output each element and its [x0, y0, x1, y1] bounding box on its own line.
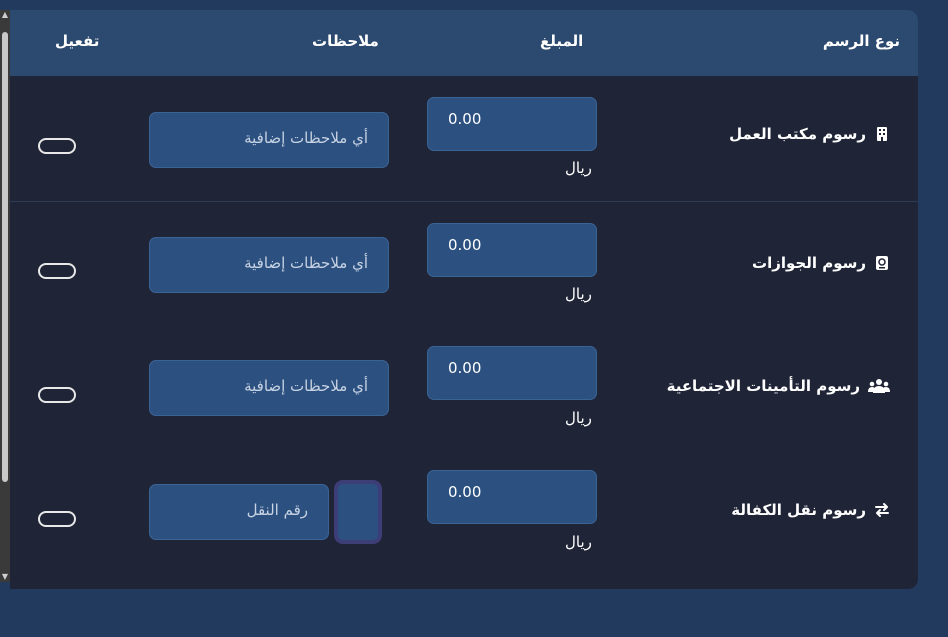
transfer-number-input[interactable]: رقم النقل — [149, 484, 329, 540]
notes-input[interactable]: أي ملاحظات إضافية — [149, 360, 389, 416]
fee-label-text: رسوم التأمينات الاجتماعية — [666, 377, 860, 395]
enable-toggle[interactable] — [38, 511, 76, 527]
building-icon — [877, 127, 887, 141]
table-row: رسوم نقل الكفالة 0.00 ريال رقم النقل — [10, 450, 918, 574]
transfer-type-select[interactable] — [334, 480, 382, 544]
fee-label: رسوم التأمينات الاجتماعية — [667, 377, 890, 395]
fee-label: رسوم مكتب العمل — [729, 125, 890, 143]
enable-toggle[interactable] — [38, 387, 76, 403]
fee-label-text: رسوم نقل الكفالة — [731, 501, 866, 519]
notes-input[interactable]: أي ملاحظات إضافية — [149, 237, 389, 293]
scroll-up-arrow-icon[interactable]: ▲ — [1, 10, 9, 20]
fee-label: رسوم نقل الكفالة — [731, 501, 890, 519]
passport-icon — [876, 256, 888, 270]
scroll-down-arrow-icon[interactable]: ▼ — [1, 572, 9, 582]
enable-toggle[interactable] — [38, 263, 76, 279]
currency-label: ريال — [565, 159, 592, 177]
scrollbar-thumb[interactable] — [2, 32, 8, 482]
table-header: نوع الرسم المبلغ ملاحظات تفعيل — [10, 10, 918, 76]
enable-toggle[interactable] — [38, 138, 76, 154]
transfer-arrows-icon — [875, 503, 889, 517]
table-row: رسوم الجوازات 0.00 ريال أي ملاحظات إضافي… — [10, 202, 918, 326]
fee-label-text: رسوم مكتب العمل — [729, 125, 866, 143]
table-row: رسوم التأمينات الاجتماعية 0.00 ريال أي م… — [10, 326, 918, 450]
header-fee-type: نوع الرسم — [822, 32, 900, 50]
header-enable: تفعيل — [55, 32, 100, 50]
table-row: رسوم مكتب العمل 0.00 ريال أي ملاحظات إضا… — [10, 77, 918, 202]
header-notes: ملاحظات — [312, 32, 379, 50]
fee-label: رسوم الجوازات — [752, 254, 890, 272]
header-amount: المبلغ — [540, 32, 584, 50]
users-icon — [868, 379, 890, 393]
currency-label: ريال — [565, 409, 592, 427]
currency-label: ريال — [565, 533, 592, 551]
amount-input[interactable]: 0.00 — [427, 97, 597, 151]
amount-input[interactable]: 0.00 — [427, 223, 597, 277]
vertical-scrollbar[interactable]: ▲ ▼ — [0, 10, 10, 582]
currency-label: ريال — [565, 285, 592, 303]
amount-input[interactable]: 0.00 — [427, 346, 597, 400]
fee-label-text: رسوم الجوازات — [752, 254, 866, 272]
amount-input[interactable]: 0.00 — [427, 470, 597, 524]
fees-table-panel: نوع الرسم المبلغ ملاحظات تفعيل رسوم مكتب… — [10, 10, 918, 589]
notes-input[interactable]: أي ملاحظات إضافية — [149, 112, 389, 168]
